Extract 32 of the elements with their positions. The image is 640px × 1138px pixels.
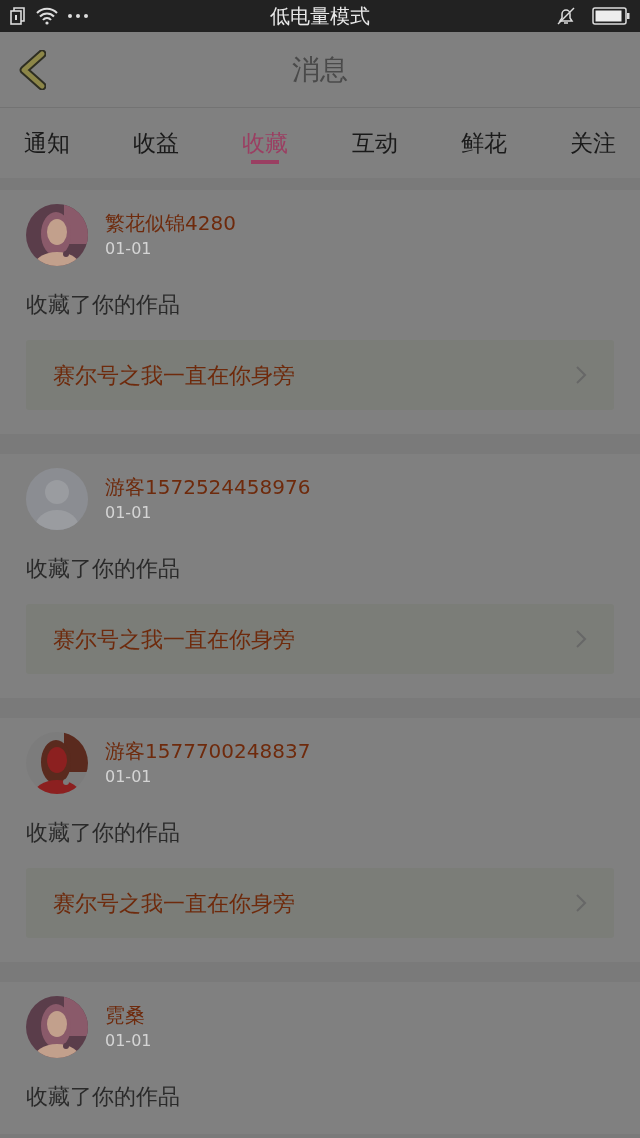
tab[interactable]: 鲜花 bbox=[460, 108, 507, 178]
sim-card-icon bbox=[10, 7, 26, 25]
work-title: 赛尔号之我一直在你身旁 bbox=[53, 889, 295, 918]
message-text: 收藏了你的作品 bbox=[26, 820, 181, 846]
tab[interactable]: 关注 bbox=[569, 108, 616, 178]
message-text: 收藏了你的作品 bbox=[26, 556, 181, 582]
status-title: 低电量模式 bbox=[270, 3, 370, 30]
wifi-icon bbox=[36, 7, 58, 25]
user-name[interactable]: 游客1577700248837 bbox=[105, 739, 311, 763]
back-icon[interactable] bbox=[18, 49, 46, 90]
user-name[interactable]: 霓桑 bbox=[105, 1003, 152, 1027]
work-link[interactable]: 赛尔号之我一直在你身旁 bbox=[26, 340, 614, 410]
work-link[interactable]: 赛尔号之我一直在你身旁 bbox=[26, 868, 614, 938]
tab[interactable]: 互动 bbox=[351, 108, 398, 178]
message-text: 收藏了你的作品 bbox=[26, 1084, 181, 1110]
tab[interactable]: 收益 bbox=[133, 108, 180, 178]
default-avatar-icon bbox=[26, 468, 88, 530]
message-text: 收藏了你的作品 bbox=[26, 292, 181, 318]
user-name[interactable]: 游客1572524458976 bbox=[105, 475, 311, 499]
message-date: 01-01 bbox=[105, 767, 153, 787]
work-title: 赛尔号之我一直在你身旁 bbox=[53, 361, 295, 390]
message-date: 01-01 bbox=[105, 1031, 152, 1051]
message-date: 01-01 bbox=[105, 239, 153, 259]
tab[interactable]: 收藏 bbox=[242, 108, 289, 178]
tab[interactable]: 通知 bbox=[24, 108, 70, 178]
work-title: 赛尔号之我一直在你身旁 bbox=[53, 625, 295, 654]
battery-icon bbox=[592, 7, 630, 25]
message-date: 01-01 bbox=[105, 503, 153, 523]
user-name[interactable]: 繁花似锦4280 bbox=[105, 211, 236, 235]
work-link[interactable]: 赛尔号之我一直在你身旁 bbox=[26, 604, 614, 674]
bell-muted-icon bbox=[556, 6, 576, 26]
more-icon bbox=[67, 13, 89, 19]
